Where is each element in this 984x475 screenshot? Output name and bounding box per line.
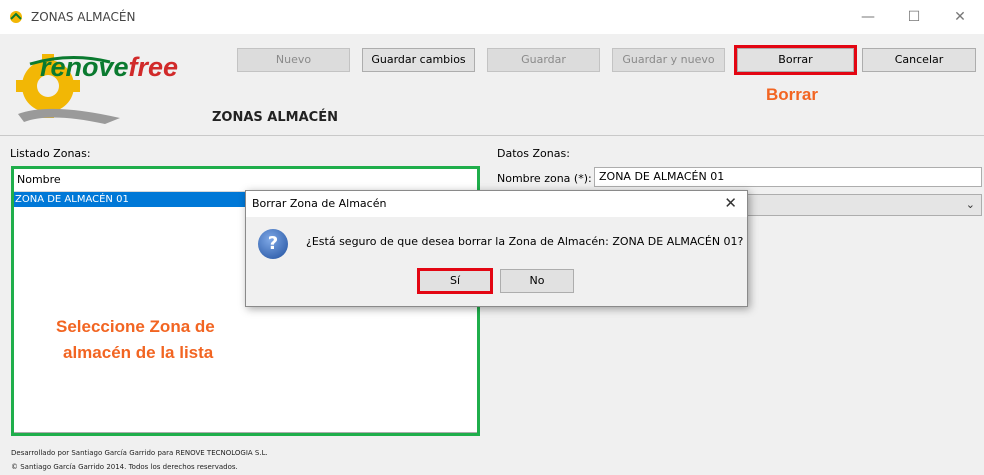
page-title: ZONAS ALMACÉN — [212, 110, 338, 125]
borrar-callout: Borrar — [766, 85, 818, 104]
confirm-dialog: Borrar Zona de Almacén ✕ ? ¿Está seguro … — [245, 190, 748, 307]
no-button[interactable]: No — [500, 269, 574, 293]
guardar-y-nuevo-button[interactable]: Guardar y nuevo — [612, 48, 725, 72]
footer-copyright: © Santiago García Garrido 2014. Todos lo… — [11, 463, 238, 471]
nuevo-button[interactable]: Nuevo — [237, 48, 350, 72]
dialog-title: Borrar Zona de Almacén — [252, 197, 387, 210]
dialog-close-button[interactable]: ✕ — [724, 194, 737, 212]
svg-text:renovefree: renovefree — [40, 52, 178, 82]
yes-highlight-box — [417, 268, 493, 294]
renovefree-logo: renovefree — [16, 52, 178, 124]
minimize-button[interactable]: — — [848, 6, 888, 28]
details-label: Datos Zonas: — [497, 147, 570, 160]
nombre-zona-field[interactable]: ZONA DE ALMACÉN 01 — [594, 167, 982, 187]
footer-credits: Desarrollado por Santiago García Garrido… — [11, 449, 268, 457]
dialog-message: ¿Está seguro de que desea borrar la Zona… — [306, 235, 744, 248]
chevron-down-icon: ⌄ — [965, 198, 975, 211]
question-icon: ? — [258, 229, 288, 259]
window-title: ZONAS ALMACÉN — [31, 10, 136, 24]
app-icon — [10, 11, 22, 23]
divider — [0, 135, 984, 136]
zona-combo[interactable]: ⌄ — [740, 194, 982, 216]
guardar-button[interactable]: Guardar — [487, 48, 600, 72]
maximize-button[interactable]: ☐ — [894, 6, 934, 28]
list-label: Listado Zonas: — [10, 147, 91, 160]
seleccione-callout-line1: Seleccione Zona de — [56, 317, 215, 336]
guardar-cambios-button[interactable]: Guardar cambios — [362, 48, 475, 72]
nombre-zona-label: Nombre zona (*): — [497, 172, 592, 185]
seleccione-callout-line2: almacén de la lista — [63, 343, 214, 362]
close-button[interactable]: ✕ — [940, 6, 980, 28]
window-titlebar: ZONAS ALMACÉN — ☐ ✕ — [0, 0, 984, 34]
borrar-highlight-box — [734, 45, 857, 75]
cancelar-button[interactable]: Cancelar — [862, 48, 976, 72]
dialog-titlebar: Borrar Zona de Almacén ✕ — [246, 191, 747, 217]
